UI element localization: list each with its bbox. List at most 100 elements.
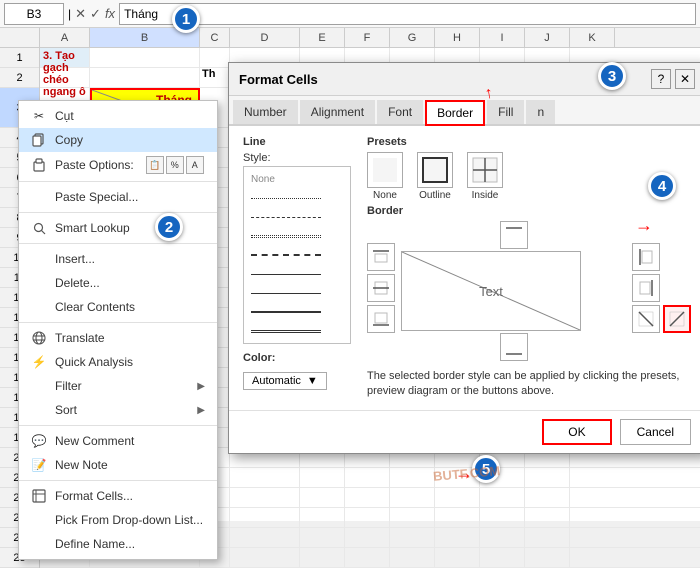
- cell-j21[interactable]: [525, 468, 570, 487]
- menu-item-paste-options[interactable]: Paste Options: 📋 % A: [19, 152, 217, 178]
- cancel-button[interactable]: Cancel: [620, 419, 691, 445]
- preset-none-btn[interactable]: None: [367, 152, 403, 201]
- cell-b1[interactable]: [90, 48, 200, 67]
- cell-j24[interactable]: [525, 528, 570, 547]
- border-bottom-outline-btn[interactable]: [500, 333, 528, 361]
- border-bottom-btn[interactable]: [367, 305, 395, 333]
- tab-protection[interactable]: n: [526, 100, 555, 124]
- menu-item-format-cells[interactable]: Format Cells...: [19, 484, 217, 508]
- border-diag-up-btn[interactable]: [663, 305, 691, 333]
- line-style-selector[interactable]: None: [243, 166, 351, 344]
- cell-f22[interactable]: [345, 488, 390, 507]
- menu-label-cut: Cụt: [55, 109, 74, 123]
- cell-a1[interactable]: 3. Tạo gạch chéo ngang ô: [40, 48, 90, 67]
- menu-label-sort: Sort: [55, 403, 77, 417]
- cell-e25[interactable]: [300, 548, 345, 567]
- line-solid-thick[interactable]: [248, 304, 346, 320]
- tab-border[interactable]: Border: [425, 100, 485, 126]
- cell-j25[interactable]: [525, 548, 570, 567]
- dialog-body: Line Style: None Color:: [229, 126, 700, 410]
- cell-e23[interactable]: [300, 508, 345, 527]
- line-label: Line: [243, 136, 351, 148]
- menu-item-translate[interactable]: Translate: [19, 326, 217, 350]
- line-dotted1[interactable]: [248, 190, 346, 206]
- cell-d25[interactable]: [230, 548, 300, 567]
- cell-i24[interactable]: [480, 528, 525, 547]
- dialog-help-btn[interactable]: ?: [651, 69, 671, 89]
- cell-i23[interactable]: [480, 508, 525, 527]
- menu-item-new-note[interactable]: 📝 New Note: [19, 453, 217, 477]
- tab-fill[interactable]: Fill: [487, 100, 524, 124]
- cell-j23[interactable]: [525, 508, 570, 527]
- cell-g22[interactable]: [390, 488, 435, 507]
- menu-item-cut[interactable]: ✂ Cụt: [19, 104, 217, 128]
- cell-f21[interactable]: [345, 468, 390, 487]
- cell-c1[interactable]: [200, 48, 230, 67]
- tab-number[interactable]: Number: [233, 100, 298, 124]
- cell-b2[interactable]: [90, 68, 200, 87]
- name-box[interactable]: B3: [4, 3, 64, 25]
- border-left-btn[interactable]: [632, 243, 660, 271]
- tab-alignment[interactable]: Alignment: [300, 100, 375, 124]
- cell-d21[interactable]: [230, 468, 300, 487]
- border-diag-down-btn[interactable]: [632, 305, 660, 333]
- preset-outline-btn[interactable]: Outline: [417, 152, 453, 201]
- border-top-btn[interactable]: [367, 243, 395, 271]
- cell-h25[interactable]: [435, 548, 480, 567]
- menu-item-smart-lookup[interactable]: Smart Lookup: [19, 216, 217, 240]
- cell-f25[interactable]: [345, 548, 390, 567]
- menu-item-delete[interactable]: Delete...: [19, 271, 217, 295]
- menu-item-clear-contents[interactable]: Clear Contents: [19, 295, 217, 319]
- ok-button[interactable]: OK: [542, 419, 611, 445]
- cell-h22[interactable]: [435, 488, 480, 507]
- cell-h23[interactable]: [435, 508, 480, 527]
- formula-input[interactable]: [119, 3, 696, 25]
- line-none[interactable]: None: [248, 171, 346, 187]
- cell-h24[interactable]: [435, 528, 480, 547]
- menu-item-copy[interactable]: Copy: [19, 128, 217, 152]
- cell-g24[interactable]: [390, 528, 435, 547]
- cell-f23[interactable]: [345, 508, 390, 527]
- cell-e22[interactable]: [300, 488, 345, 507]
- menu-item-define-name[interactable]: Define Name...: [19, 532, 217, 556]
- line-solid-medium[interactable]: [248, 285, 346, 301]
- line-dashed1[interactable]: [248, 209, 346, 225]
- cell-j22[interactable]: [525, 488, 570, 507]
- cell-e21[interactable]: [300, 468, 345, 487]
- menu-item-sort[interactable]: Sort ▶: [19, 398, 217, 422]
- menu-label-translate: Translate: [55, 331, 105, 345]
- cell-g25[interactable]: [390, 548, 435, 567]
- menu-item-insert[interactable]: Insert...: [19, 247, 217, 271]
- border-middle-btn[interactable]: [367, 274, 395, 302]
- x-btn[interactable]: ✕: [75, 6, 86, 22]
- cell-e24[interactable]: [300, 528, 345, 547]
- cell-a2[interactable]: [40, 68, 90, 87]
- color-dropdown-arrow[interactable]: ▼: [307, 375, 318, 387]
- menu-item-filter[interactable]: Filter ▶: [19, 374, 217, 398]
- cell-f24[interactable]: [345, 528, 390, 547]
- line-solid-thin[interactable]: [248, 266, 346, 282]
- menu-item-pick-dropdown[interactable]: Pick From Drop-down List...: [19, 508, 217, 532]
- cell-i22[interactable]: [480, 488, 525, 507]
- cell-g21[interactable]: [390, 468, 435, 487]
- border-top-outline-btn[interactable]: [500, 221, 528, 249]
- line-dashed2[interactable]: [248, 247, 346, 263]
- menu-item-quick-analysis[interactable]: ⚡ Quick Analysis: [19, 350, 217, 374]
- line-dotted2[interactable]: [248, 228, 346, 244]
- tab-font[interactable]: Font: [377, 100, 423, 124]
- menu-item-paste-special[interactable]: Paste Special...: [19, 185, 217, 209]
- cell-d23[interactable]: [230, 508, 300, 527]
- cell-i25[interactable]: [480, 548, 525, 567]
- dialog-close-btn[interactable]: ✕: [675, 69, 695, 89]
- cell-g23[interactable]: [390, 508, 435, 527]
- check-btn[interactable]: ✓: [90, 6, 101, 22]
- cell-d24[interactable]: [230, 528, 300, 547]
- cell-d22[interactable]: [230, 488, 300, 507]
- menu-item-new-comment[interactable]: 💬 New Comment: [19, 429, 217, 453]
- preset-inside-btn[interactable]: Inside: [467, 152, 503, 201]
- border-right-btn[interactable]: [632, 274, 660, 302]
- cell-c2[interactable]: Th: [200, 68, 230, 87]
- color-picker-btn[interactable]: Automatic ▼: [243, 372, 327, 390]
- line-double[interactable]: [248, 323, 346, 339]
- insert-icon: [31, 251, 47, 267]
